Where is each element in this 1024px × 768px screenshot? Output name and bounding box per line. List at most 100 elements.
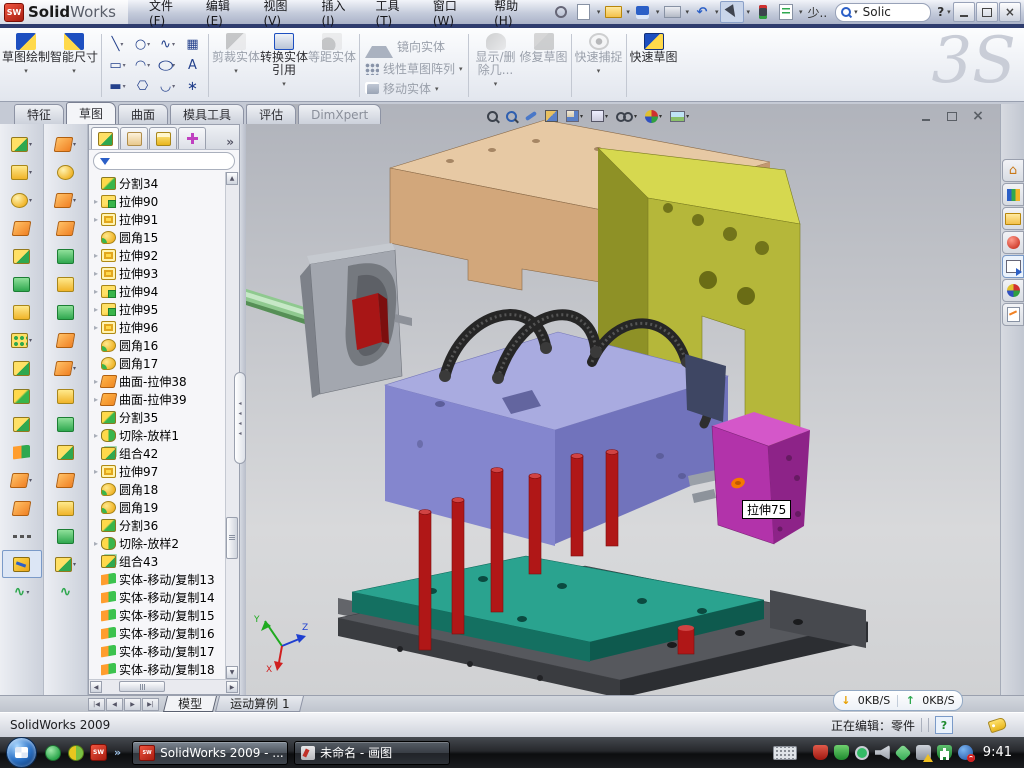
delete-face-button[interactable] [46,410,86,438]
mirror-button[interactable] [2,354,42,382]
expand-arrow-icon[interactable]: ▸ [91,287,101,296]
text-tool-button[interactable]: A [180,55,205,76]
toolbox-tab[interactable] [1002,231,1024,254]
fillet-button[interactable]: ▾ [2,186,42,214]
scroll-up-icon[interactable]: ▲ [226,172,238,185]
expand-arrow-icon[interactable]: ▸ [91,323,101,332]
tree-item[interactable]: 圆角15 [91,228,225,246]
shell-button[interactable] [2,242,42,270]
planar-surface-button[interactable] [2,494,42,522]
draft-button[interactable] [2,214,42,242]
scroll-right-icon[interactable]: ▶ [226,681,238,693]
expand-arrow-icon[interactable]: ▸ [91,251,101,260]
input-method-icon[interactable] [773,746,797,760]
model-red-insert[interactable] [352,293,382,350]
tree-item[interactable]: 组合42 [91,444,225,462]
search-box[interactable]: ▾ [835,3,931,22]
model-magenta-block[interactable] [712,412,810,544]
tree-item[interactable]: 圆角19 [91,498,225,516]
revolved-surface-button[interactable] [46,158,86,186]
view-orientation-button[interactable]: ▾ [564,106,585,126]
slot-tool-button[interactable]: ▬▾ [105,76,130,97]
tree-item[interactable]: ▸切除-放样1 [91,426,225,444]
security-alert-icon[interactable] [813,745,828,760]
tree-horizontal-scrollbar[interactable]: ◀ ▶ [89,679,239,694]
reference-axis-button[interactable] [2,522,42,550]
scrollbar-thumb[interactable] [226,517,238,559]
freeform-button[interactable] [46,298,86,326]
dropdown-caret-icon[interactable]: ▾ [72,65,76,78]
dropdown-caret-icon[interactable]: ▾ [172,41,175,48]
tree-item[interactable]: 圆角17 [91,354,225,372]
zoom-to-fit-button[interactable] [485,106,500,126]
cm-tab-0[interactable]: 特征 [14,104,64,124]
tree-item[interactable]: ▸曲面-拉伸39 [91,390,225,408]
tree-item[interactable]: 分割34 [91,174,225,192]
hide-show-items-button[interactable]: ▾ [614,106,639,126]
extruded-boss-button[interactable]: ▾ [2,130,42,158]
apply-scene-button[interactable]: ▾ [668,106,691,126]
expand-arrow-icon[interactable]: ▸ [91,197,101,206]
knit-surface-button[interactable] [46,522,86,550]
tab-dimxpertmanager[interactable] [178,127,206,149]
dropdown-caret-icon[interactable]: ▾ [29,337,32,344]
expand-arrow-icon[interactable]: ▸ [91,215,101,224]
tree-item[interactable]: 实体-移动/复制13 [91,570,225,588]
dropdown-caret-icon[interactable]: ▾ [29,141,32,148]
search-input[interactable] [861,4,917,20]
bottom-tab-1[interactable]: 运动算例 1 [215,696,304,712]
section-view-button[interactable] [543,106,560,126]
view-palette-tab[interactable] [1002,255,1024,278]
filled-surface-button[interactable] [46,270,86,298]
design-library-tab[interactable] [1002,183,1024,206]
tree-item[interactable]: ▸拉伸92 [91,246,225,264]
file-explorer-tab[interactable] [1002,207,1024,230]
split-button[interactable] [2,382,42,410]
previous-tab-button[interactable]: ◀ [106,698,123,711]
dropdown-caret-icon[interactable]: ▾ [659,113,662,120]
tree-item[interactable]: ▸切除-放样2 [91,534,225,552]
polygon-tool-button[interactable]: ⎔ [130,76,155,97]
chamfer-button[interactable] [2,270,42,298]
extend-surface-button[interactable] [46,466,86,494]
document-minimize-button[interactable] [916,108,936,124]
custom-properties-tab[interactable] [1002,303,1024,326]
tree-item[interactable]: 圆角18 [91,480,225,498]
undo-button[interactable]: ↶ [691,2,713,22]
menu-help[interactable]: 帮助(H) [483,0,542,24]
tree-item[interactable]: ▸拉伸97 [91,462,225,480]
dropdown-caret-icon[interactable]: ▾ [597,8,601,16]
dropdown-caret-icon[interactable]: ▾ [147,62,150,69]
dropdown-caret-icon[interactable]: ▾ [715,8,719,16]
first-tab-button[interactable]: |◀ [88,698,105,711]
dropdown-caret-icon[interactable]: ▾ [172,62,175,69]
scroll-left-icon[interactable]: ◀ [90,681,102,693]
planar-surface-button[interactable] [46,326,86,354]
tree-item[interactable]: 圆角16 [91,336,225,354]
tree-item[interactable]: ▸拉伸93 [91,264,225,282]
more-tabs-icon[interactable]: » [221,135,239,149]
ellipse-tool-button[interactable]: ○▾ [155,55,180,76]
zoom-to-area-button[interactable] [504,106,519,126]
print-button[interactable] [661,2,683,22]
menu-window[interactable]: 窗口(W) [422,0,483,24]
dropdown-caret-icon[interactable]: ▾ [123,62,126,69]
expand-arrow-icon[interactable]: ▸ [91,467,101,476]
sync-icon[interactable] [894,744,911,761]
smart-dimension-button[interactable]: 智能尺寸▾ [50,30,98,101]
line-tool-button[interactable]: ╲▾ [105,34,130,55]
dropdown-caret-icon[interactable]: ▾ [73,141,76,148]
dropdown-caret-icon[interactable]: ▾ [73,197,76,204]
selection-box-tool-button[interactable]: ▦ [180,34,205,55]
cm-tab-1[interactable]: 草图 [66,102,116,124]
dropdown-caret-icon[interactable]: ▾ [29,477,32,484]
lofted-surface-button[interactable] [46,214,86,242]
start-button[interactable] [6,737,37,768]
document-close-button[interactable]: × [968,108,988,124]
last-tab-button[interactable]: ▶| [142,698,159,711]
scroll-down-icon[interactable]: ▼ [226,666,238,679]
menu-tools[interactable]: 工具(T) [365,0,422,24]
dropdown-caret-icon[interactable]: ▾ [634,113,637,120]
menu-edit[interactable]: 编辑(E) [195,0,253,24]
tree-item[interactable]: 实体-移动/复制16 [91,624,225,642]
